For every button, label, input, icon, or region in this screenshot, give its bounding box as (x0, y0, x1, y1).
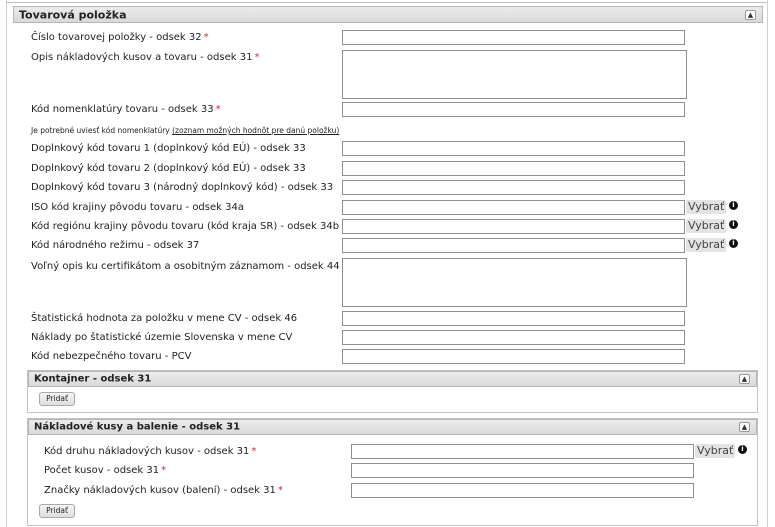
container-title: Kontajner - odsek 31 (34, 373, 152, 385)
select-button[interactable]: Vybrať (686, 200, 727, 214)
field-label: Doplnkový kód tovaru 2 (doplnkový kód EÚ… (31, 163, 306, 174)
nomenclature-code-input[interactable] (342, 102, 685, 117)
add-container-button[interactable]: Pridať (39, 392, 75, 406)
select-button[interactable]: Vybrať (686, 238, 727, 252)
description-textarea[interactable] (342, 50, 687, 99)
note-text: Je potrebné uviesť kód nomenklatúry (31, 126, 173, 135)
section-header[interactable]: Tovarová položka ▲ (13, 6, 763, 23)
info-icon[interactable]: i (729, 220, 738, 229)
section-title: Tovarová položka (19, 8, 127, 21)
dangerous-goods-input[interactable] (342, 349, 685, 364)
statistical-value-input[interactable] (342, 311, 685, 326)
national-regime-input[interactable] (342, 238, 685, 253)
additional-code-1-input[interactable] (342, 141, 685, 156)
certificates-textarea[interactable] (342, 258, 687, 307)
select-button[interactable]: Vybrať (686, 219, 727, 233)
values-list-link[interactable]: (zoznam možných hodnôt pre danú položku) (172, 126, 339, 135)
field-label: Kód regiónu krajiny pôvodu tovaru (kód k… (31, 221, 340, 232)
packages-panel: Nákladové kusy a balenie - odsek 31 ▲ Kó… (27, 418, 758, 526)
container-panel: Kontajner - odsek 31 ▲ Pridať (27, 370, 758, 413)
add-package-button[interactable]: Pridať (39, 504, 75, 518)
info-icon[interactable]: i (729, 201, 738, 210)
field-label: Kód nomenklatúry tovaru - odsek 33 * (31, 104, 221, 115)
field-label: Počet kusov - odsek 31 * (44, 465, 167, 476)
field-label: Značky nákladových kusov (balení) - odse… (44, 485, 283, 496)
field-label: Opis nákladových kusov a tovaru - odsek … (31, 52, 260, 63)
select-button[interactable]: Vybrať (695, 444, 736, 458)
chevron-up-icon[interactable]: ▲ (739, 422, 750, 432)
package-marks-input[interactable] (351, 483, 694, 498)
additional-code-3-input[interactable] (342, 180, 685, 195)
chevron-up-icon[interactable]: ▲ (739, 374, 750, 384)
field-label: ISO kód krajiny pôvodu tovaru - odsek 34… (31, 202, 244, 213)
nomenclature-note: Je potrebné uviesť kód nomenklatúry (zoz… (31, 126, 339, 135)
field-label: Kód národného režimu - odsek 37 (31, 240, 200, 251)
packages-header[interactable]: Nákladové kusy a balenie - odsek 31 ▲ (28, 419, 757, 435)
packages-title: Nákladové kusy a balenie - odsek 31 (34, 421, 241, 433)
field-label: Doplnkový kód tovaru 3 (národný doplnkov… (31, 182, 334, 193)
additional-code-2-input[interactable] (342, 161, 685, 176)
field-label: Voľný opis ku certifikátom a osobitným z… (31, 261, 340, 272)
info-icon[interactable]: i (738, 445, 747, 454)
origin-country-input[interactable] (342, 200, 685, 215)
costs-input[interactable] (342, 330, 685, 345)
item-number-input[interactable] (342, 30, 685, 45)
field-label: Kód nebezpečného tovaru - PCV (31, 351, 192, 362)
origin-region-input[interactable] (342, 219, 685, 234)
container-header[interactable]: Kontajner - odsek 31 ▲ (28, 371, 757, 387)
field-label: Doplnkový kód tovaru 1 (doplnkový kód EÚ… (31, 143, 306, 154)
field-label: Štatistická hodnota za položku v mene CV… (31, 313, 298, 324)
field-label: Kód druhu nákladových kusov - odsek 31 * (44, 446, 257, 457)
package-count-input[interactable] (351, 463, 694, 478)
field-label: Náklady po štatistické územie Slovenska … (31, 332, 293, 343)
info-icon[interactable]: i (729, 239, 738, 248)
package-kind-input[interactable] (351, 444, 694, 459)
field-label: Číslo tovarovej položky - odsek 32 * (31, 32, 209, 43)
chevron-up-icon[interactable]: ▲ (745, 9, 756, 20)
